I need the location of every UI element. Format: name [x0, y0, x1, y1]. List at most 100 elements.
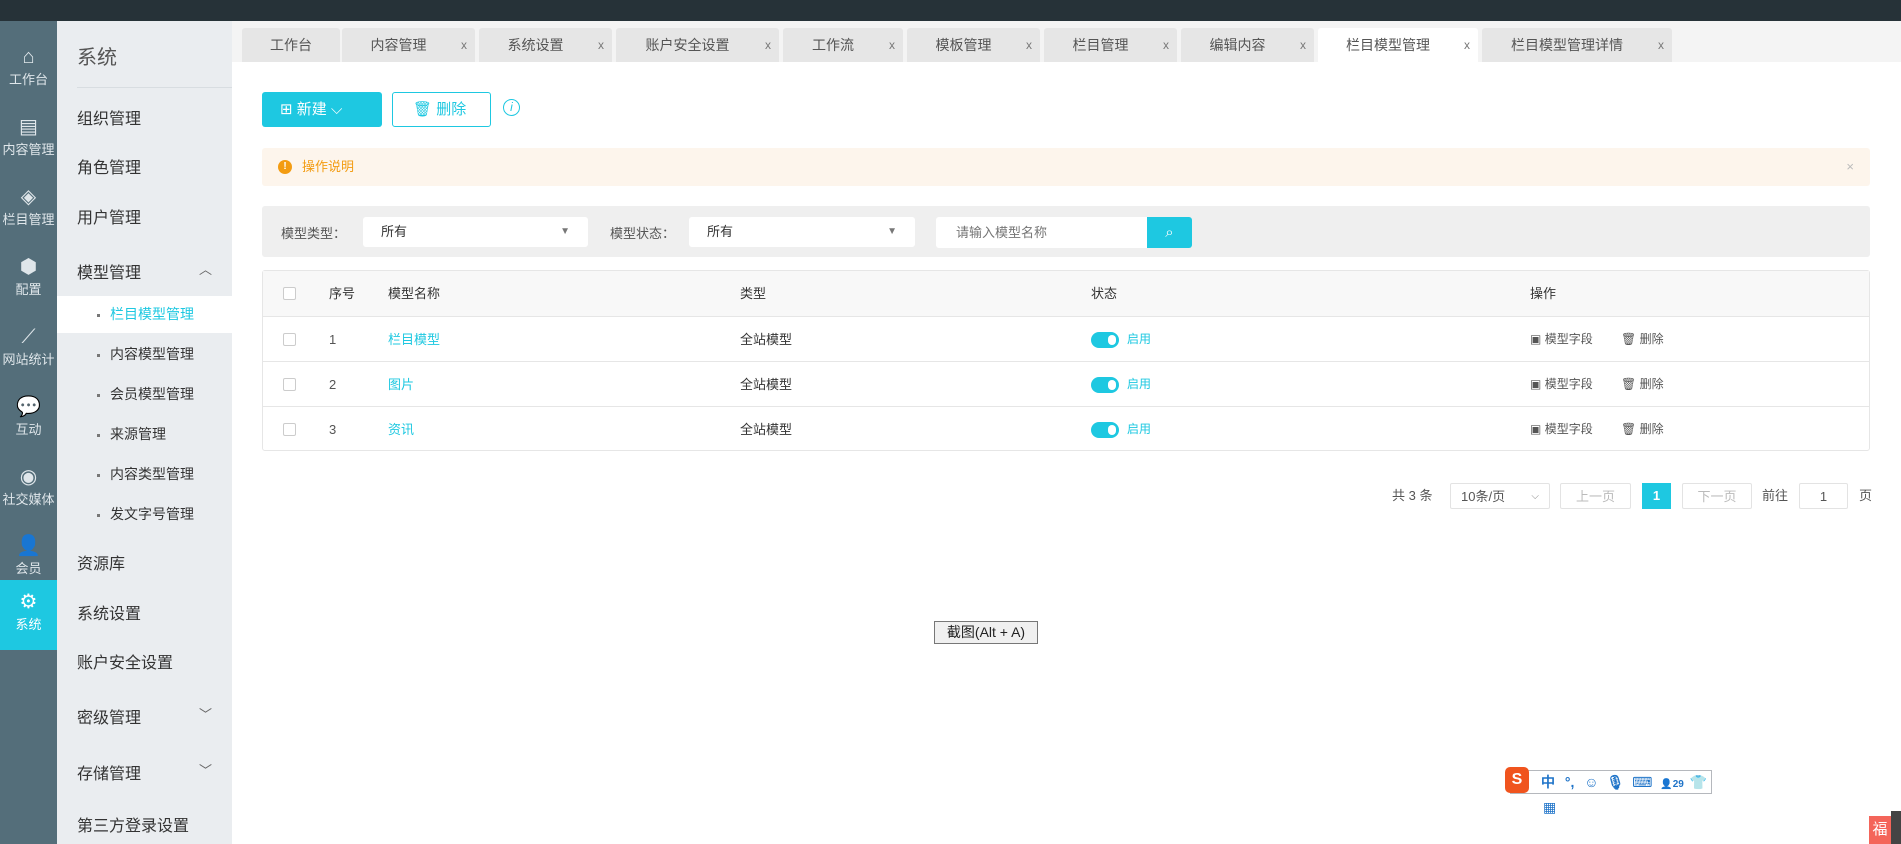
search-icon: ⌕ [1165, 224, 1174, 241]
nav-content[interactable]: ▤ 内容管理 [0, 105, 57, 175]
close-icon[interactable]: x [598, 28, 604, 62]
sogou-logo-icon: S [1505, 767, 1529, 793]
sidebar-item-role[interactable]: 角色管理 [77, 154, 232, 178]
tab-bar: 工作台 内容管理 x 系统设置 x 账户安全设置 x 工作流 x 模板管理 x 栏目管理 x… [232, 21, 1901, 62]
sidebar-item-third-party-login[interactable]: 第三方登录设置 [77, 812, 232, 836]
model-fields-button[interactable]: ▣ 模型字段 [1530, 407, 1593, 452]
tab-workbench[interactable]: 工作台 [242, 28, 340, 62]
row-delete-button[interactable]: 🗑 删除 [1621, 317, 1664, 362]
tab-workflow[interactable]: 工作流 x [783, 28, 903, 62]
fields-icon: ▣ [1530, 377, 1542, 391]
row-delete-button[interactable]: 🗑 删除 [1621, 407, 1664, 452]
bullet-icon [97, 513, 100, 517]
nav-stats[interactable]: ⟋ 网站统计 [0, 315, 57, 385]
model-fields-button[interactable]: ▣ 模型字段 [1530, 317, 1593, 362]
nav-interact[interactable]: 💬 互动 [0, 385, 57, 455]
new-button[interactable]: ⊞ 新建 ⌵ [262, 92, 382, 127]
status-toggle[interactable] [1091, 376, 1119, 393]
gear-icon: ⚙ [19, 591, 38, 613]
document-icon: ▤ [19, 116, 38, 138]
close-icon[interactable]: × [1846, 148, 1854, 186]
tab-edit-content[interactable]: 编辑内容 x [1181, 28, 1314, 62]
close-icon[interactable]: x [1464, 28, 1470, 62]
home-icon: ⌂ [22, 46, 35, 68]
select-all-checkbox[interactable] [283, 287, 296, 300]
sidebar-item-user[interactable]: 用户管理 [77, 204, 232, 228]
tab-content[interactable]: 内容管理 x [342, 28, 475, 62]
fortune-badge[interactable]: 福 [1869, 816, 1891, 844]
nav-home[interactable]: ⌂ 工作台 [0, 35, 57, 105]
sidebar-sub-member-model[interactable]: 会员模型管理 [57, 376, 232, 413]
tab-column-model[interactable]: 栏目模型管理 x [1318, 28, 1478, 62]
model-fields-button[interactable]: ▣ 模型字段 [1530, 362, 1593, 407]
close-icon[interactable]: x [889, 28, 895, 62]
sidebar-item-model[interactable]: 模型管理 ︿ [77, 259, 232, 283]
close-icon[interactable]: x [1026, 28, 1032, 62]
sidebar-sub-column-model[interactable]: 栏目模型管理 [57, 296, 232, 333]
info-icon[interactable]: i [503, 99, 520, 116]
sidebar-sub-doc-number[interactable]: 发文字号管理 [57, 496, 232, 533]
nav-config[interactable]: ⬢ 配置 [0, 245, 57, 315]
tab-account-security[interactable]: 账户安全设置 x [616, 28, 779, 62]
close-icon[interactable]: x [1300, 28, 1306, 62]
model-table: 序号 模型名称 类型 状态 操作 1 栏目模型 全站模型 启用 ▣ 模型字段 🗑… [262, 270, 1870, 451]
grid-icon[interactable]: ▦ [1543, 799, 1556, 815]
keyboard-icon[interactable]: ⌨ [1632, 774, 1652, 790]
nav-system[interactable]: ⚙ 系统 [0, 580, 57, 650]
close-icon[interactable]: x [461, 28, 467, 62]
model-name-link[interactable]: 资讯 [388, 407, 414, 452]
status-toggle[interactable] [1091, 421, 1119, 438]
sidebar-item-storage[interactable]: 存储管理 ﹀ [77, 760, 232, 784]
nav-column[interactable]: ◈ 栏目管理 [0, 175, 57, 245]
row-checkbox[interactable] [283, 333, 296, 346]
model-status-select[interactable]: 所有 ▼ [689, 217, 915, 247]
close-icon[interactable]: x [765, 28, 771, 62]
volume-meter [1891, 811, 1901, 844]
trash-icon: 🗑 [413, 101, 433, 118]
nav-social[interactable]: ◉ 社交媒体 [0, 455, 57, 525]
page-size-select[interactable]: 10条/页 ⌵ [1450, 483, 1550, 509]
bullet-icon [97, 313, 100, 317]
table-row: 2 图片 全站模型 启用 ▣ 模型字段 🗑 删除 [263, 362, 1869, 407]
chevron-down-icon: ﹀ [198, 763, 212, 778]
sidebar-item-org[interactable]: 组织管理 [77, 105, 232, 129]
microphone-icon[interactable]: 🎙 [1606, 774, 1624, 790]
tab-template[interactable]: 模板管理 x [907, 28, 1040, 62]
row-delete-button[interactable]: 🗑 删除 [1621, 362, 1664, 407]
search-input[interactable] [936, 217, 1147, 248]
user-icon: 👤 [16, 535, 41, 557]
prev-page-button[interactable]: 上一页 [1560, 483, 1631, 509]
sidebar-item-resources[interactable]: 资源库 [77, 550, 232, 574]
sidebar-sub-source[interactable]: 来源管理 [57, 416, 232, 453]
filter-bar: 模型类型： 所有▼ 模型状态： 所有▼ ⌕ [262, 206, 1870, 257]
chevron-down-icon: ⌵ [1531, 491, 1539, 502]
delete-button[interactable]: 🗑 删除 [392, 92, 491, 127]
sidebar-item-account-security[interactable]: 账户安全设置 [77, 649, 232, 673]
user-badge-icon[interactable]: 👤29 [1660, 779, 1684, 790]
caret-down-icon: ▼ [887, 226, 897, 237]
search-button[interactable]: ⌕ [1147, 217, 1192, 248]
next-page-button[interactable]: 下一页 [1682, 483, 1752, 509]
close-icon[interactable]: x [1163, 28, 1169, 62]
row-checkbox[interactable] [283, 423, 296, 436]
model-type-select[interactable]: 所有 ▼ [363, 217, 588, 247]
row-checkbox[interactable] [283, 378, 296, 391]
bullet-icon [97, 393, 100, 397]
model-name-link[interactable]: 栏目模型 [388, 317, 440, 362]
tab-column-model-detail[interactable]: 栏目模型管理详情 x [1482, 28, 1672, 62]
sidebar-sub-content-type[interactable]: 内容类型管理 [57, 456, 232, 493]
model-name-link[interactable]: 图片 [388, 362, 414, 407]
emoji-icon[interactable]: ☺ [1584, 774, 1598, 790]
sidebar-item-system-settings[interactable]: 系统设置 [77, 600, 232, 624]
sidebar-sub-content-model[interactable]: 内容模型管理 [57, 336, 232, 373]
skin-icon[interactable]: 👕 [1690, 774, 1707, 790]
page-1-button[interactable]: 1 [1642, 483, 1671, 509]
status-toggle[interactable] [1091, 331, 1119, 348]
tab-column[interactable]: 栏目管理 x [1044, 28, 1177, 62]
tab-system-settings[interactable]: 系统设置 x [479, 28, 612, 62]
sidebar-item-secret-level[interactable]: 密级管理 ﹀ [77, 704, 232, 728]
goto-page-input[interactable]: 1 [1799, 483, 1848, 509]
chevron-down-icon: ⌵ [330, 101, 343, 118]
close-icon[interactable]: x [1658, 28, 1664, 62]
bullet-icon [97, 353, 100, 357]
